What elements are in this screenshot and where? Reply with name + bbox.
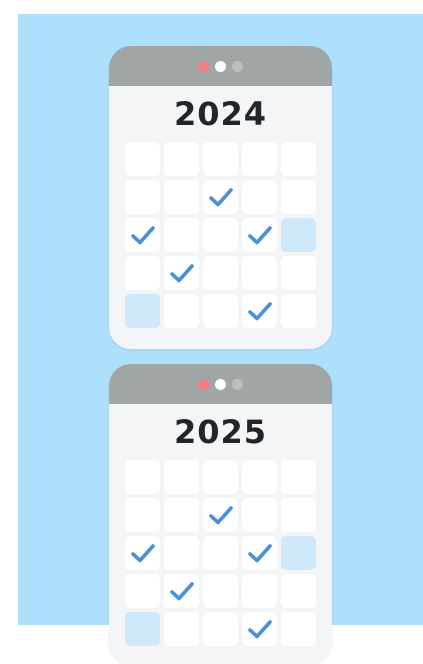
calendar-day[interactable] bbox=[281, 574, 316, 608]
calendar-day[interactable] bbox=[203, 536, 238, 570]
calendar-day[interactable] bbox=[242, 460, 277, 494]
checkmark-icon bbox=[247, 544, 272, 563]
calendar-day[interactable] bbox=[164, 142, 199, 176]
calendar-day[interactable] bbox=[164, 498, 199, 532]
calendar-day[interactable] bbox=[242, 574, 277, 608]
calendar-day[interactable] bbox=[203, 612, 238, 646]
calendar-day[interactable] bbox=[281, 142, 316, 176]
calendar-day[interactable] bbox=[281, 612, 316, 646]
checkmark-icon bbox=[130, 544, 155, 563]
calendar-day[interactable] bbox=[203, 574, 238, 608]
window-dot-red-icon bbox=[198, 378, 209, 390]
calendar-day[interactable] bbox=[164, 460, 199, 494]
calendar-day-checked[interactable] bbox=[125, 218, 160, 252]
window-dot-red-icon bbox=[198, 60, 209, 72]
window-dot-white-icon bbox=[215, 378, 226, 390]
calendar-day-checked[interactable] bbox=[203, 498, 238, 532]
calendar-day[interactable] bbox=[242, 498, 277, 532]
calendar-day[interactable] bbox=[164, 536, 199, 570]
checkmark-icon bbox=[208, 506, 233, 525]
checkmark-icon bbox=[130, 226, 155, 245]
calendar-day[interactable] bbox=[281, 460, 316, 494]
calendar-titlebar bbox=[109, 46, 332, 86]
calendar-day[interactable] bbox=[125, 256, 160, 290]
calendar-day[interactable] bbox=[203, 294, 238, 328]
calendar-day[interactable] bbox=[242, 256, 277, 290]
calendar-day-checked[interactable] bbox=[242, 536, 277, 570]
calendar-day[interactable] bbox=[203, 218, 238, 252]
calendar-day[interactable] bbox=[203, 256, 238, 290]
calendar-day[interactable] bbox=[203, 460, 238, 494]
calendar-grid bbox=[125, 460, 332, 646]
calendar-day-checked[interactable] bbox=[164, 574, 199, 608]
calendar-day-checked[interactable] bbox=[242, 294, 277, 328]
checkmark-icon bbox=[169, 582, 194, 601]
calendar-titlebar bbox=[109, 364, 332, 404]
window-dot-grey-icon bbox=[232, 60, 243, 72]
calendar-day[interactable] bbox=[125, 498, 160, 532]
calendar-day-highlighted[interactable] bbox=[125, 612, 160, 646]
calendar-day[interactable] bbox=[281, 498, 316, 532]
checkmark-icon bbox=[247, 302, 272, 321]
calendar-day-highlighted[interactable] bbox=[125, 294, 160, 328]
calendar-day[interactable] bbox=[242, 142, 277, 176]
calendar-card-2024: 2024 bbox=[109, 46, 332, 349]
calendar-day[interactable] bbox=[125, 142, 160, 176]
calendar-day[interactable] bbox=[164, 612, 199, 646]
calendar-day[interactable] bbox=[164, 180, 199, 214]
calendar-day[interactable] bbox=[164, 218, 199, 252]
calendar-day-checked[interactable] bbox=[242, 612, 277, 646]
calendar-day[interactable] bbox=[242, 180, 277, 214]
calendar-day-highlighted[interactable] bbox=[281, 218, 316, 252]
checkmark-icon bbox=[208, 188, 233, 207]
calendar-day-checked[interactable] bbox=[164, 256, 199, 290]
calendar-day[interactable] bbox=[164, 294, 199, 328]
calendar-day[interactable] bbox=[203, 142, 238, 176]
calendar-day-checked[interactable] bbox=[203, 180, 238, 214]
window-dot-grey-icon bbox=[232, 378, 243, 390]
calendar-year: 2024 bbox=[173, 95, 268, 133]
calendar-day[interactable] bbox=[281, 180, 316, 214]
calendar-day-checked[interactable] bbox=[242, 218, 277, 252]
calendar-day[interactable] bbox=[281, 294, 316, 328]
calendar-day-highlighted[interactable] bbox=[281, 536, 316, 570]
calendar-card-2025: 2025 bbox=[109, 364, 332, 664]
calendar-day[interactable] bbox=[125, 460, 160, 494]
checkmark-icon bbox=[247, 226, 272, 245]
calendar-year: 2025 bbox=[173, 413, 268, 451]
checkmark-icon bbox=[247, 620, 272, 639]
calendar-day[interactable] bbox=[281, 256, 316, 290]
calendar-day[interactable] bbox=[125, 574, 160, 608]
checkmark-icon bbox=[169, 264, 194, 283]
window-dot-white-icon bbox=[215, 60, 226, 72]
calendar-grid bbox=[125, 142, 332, 328]
calendar-day-checked[interactable] bbox=[125, 536, 160, 570]
calendar-day[interactable] bbox=[125, 180, 160, 214]
